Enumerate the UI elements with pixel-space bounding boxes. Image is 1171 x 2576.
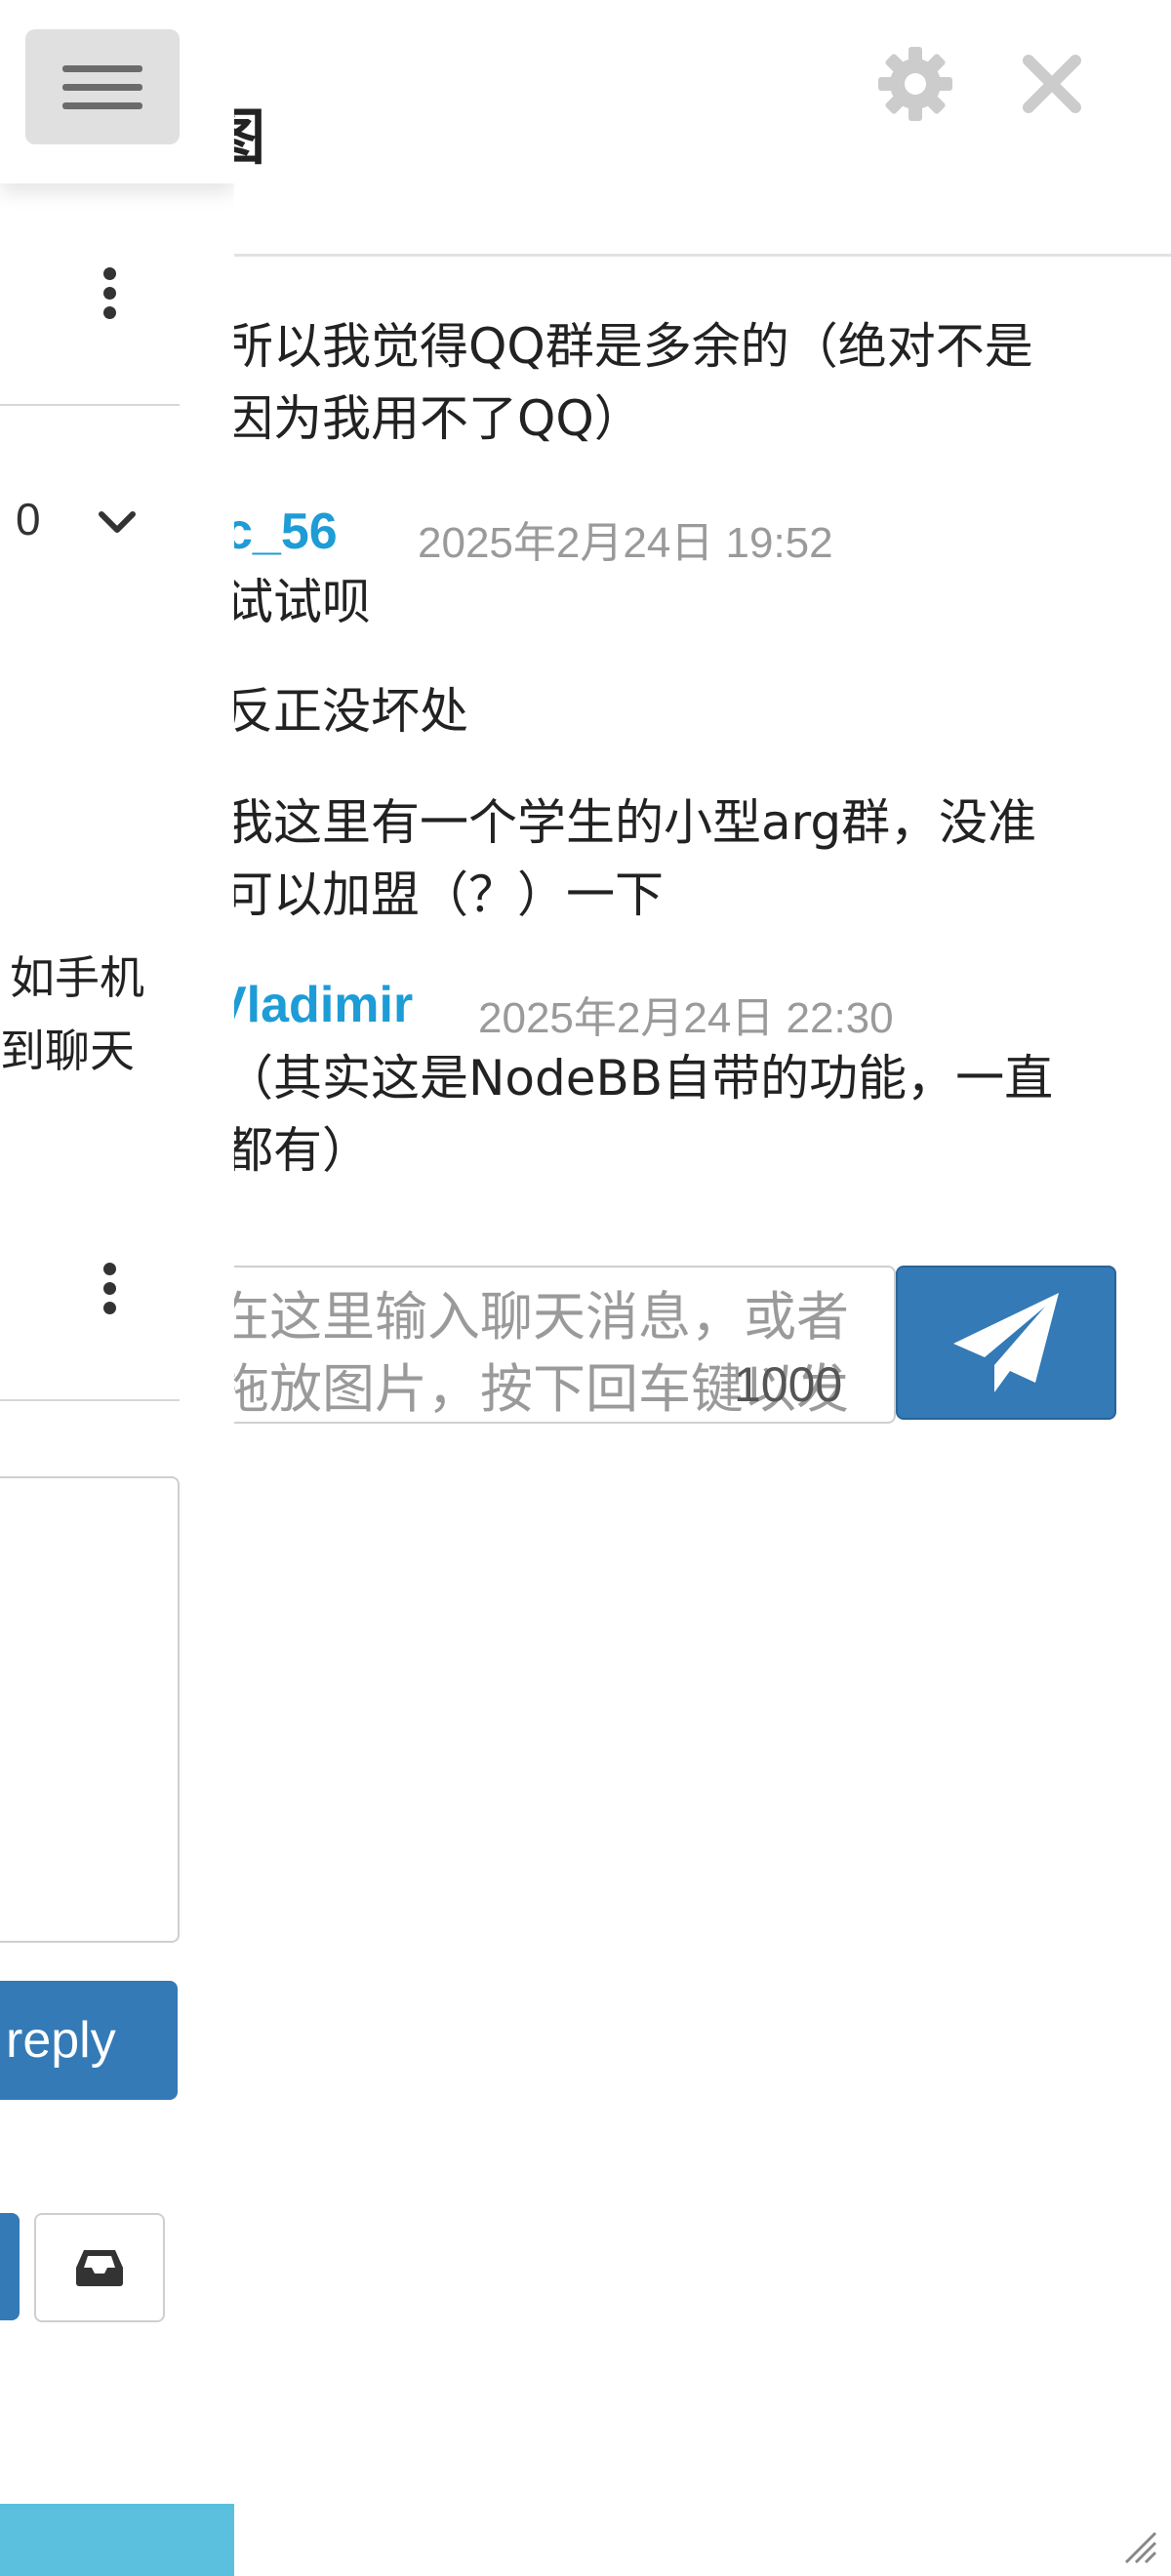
message-author[interactable]: c_56 bbox=[234, 503, 338, 561]
message-line: 我这里有一个学生的小型arg群，没准 bbox=[234, 794, 1037, 851]
chat-message: 反正没坏处 bbox=[234, 675, 468, 747]
message-author[interactable]: Vladimir bbox=[234, 976, 413, 1034]
message-line: 都有） bbox=[234, 1122, 371, 1179]
bottom-bar bbox=[0, 2504, 234, 2576]
chevron-down-icon[interactable] bbox=[98, 503, 137, 542]
message-timestamp: 2025年2月24日 22:30 bbox=[478, 994, 894, 1042]
background-page: 0 如手机 到聊天 reply bbox=[0, 0, 234, 2576]
resize-handle-icon[interactable] bbox=[1122, 2529, 1157, 2564]
chat-message: 我这里有一个学生的小型arg群，没准 可以加盟（？）一下 bbox=[234, 786, 1036, 931]
divider bbox=[0, 404, 180, 406]
post-snippet: 如手机 到聊天 bbox=[0, 942, 224, 1088]
chat-modal: 图 所以我觉得QQ群是多余的（绝对不是 因为我用不了QQ） c_56 2025年… bbox=[234, 0, 1171, 2576]
menu-bar bbox=[62, 64, 142, 72]
message-line: 因为我用不了QQ） bbox=[234, 390, 643, 447]
inbox-icon bbox=[76, 2250, 123, 2286]
more-options-icon[interactable] bbox=[100, 267, 119, 319]
menu-bar bbox=[62, 101, 142, 109]
snippet-line: 如手机 bbox=[10, 951, 144, 1004]
chat-message: 试试呗 bbox=[234, 566, 371, 638]
message-line: 可以加盟（？）一下 bbox=[234, 866, 664, 923]
primary-button-partial[interactable] bbox=[0, 2213, 20, 2320]
snippet-line: 到聊天 bbox=[0, 1025, 135, 1077]
more-options-icon[interactable] bbox=[100, 1263, 119, 1314]
vote-count: 0 bbox=[16, 494, 41, 544]
chat-message: （其实这是NodeBB自带的功能，一直 都有） bbox=[234, 1042, 1053, 1187]
menu-bar bbox=[62, 83, 142, 91]
character-count: 1000 bbox=[734, 1357, 843, 1412]
message-line: 所以我觉得QQ群是多余的（绝对不是 bbox=[234, 318, 1033, 375]
message-timestamp: 2025年2月24日 19:52 bbox=[418, 519, 833, 567]
message-line: 反正没坏处 bbox=[234, 683, 468, 740]
reply-textarea[interactable] bbox=[0, 1476, 180, 1943]
hamburger-menu-button[interactable] bbox=[25, 29, 180, 144]
message-line: 试试呗 bbox=[234, 574, 371, 630]
inbox-button[interactable] bbox=[34, 2213, 165, 2322]
chat-title: 图 bbox=[234, 101, 266, 173]
reply-button[interactable]: reply bbox=[0, 1981, 178, 2100]
gear-icon[interactable] bbox=[876, 45, 954, 123]
divider bbox=[0, 1399, 180, 1401]
paper-plane-icon bbox=[953, 1293, 1059, 1392]
message-line: （其实这是NodeBB自带的功能，一直 bbox=[234, 1050, 1054, 1107]
close-icon[interactable] bbox=[1021, 53, 1083, 115]
send-button[interactable] bbox=[896, 1266, 1116, 1420]
chat-message: 所以我觉得QQ群是多余的（绝对不是 因为我用不了QQ） bbox=[234, 310, 1033, 455]
chat-header-divider bbox=[234, 254, 1171, 257]
